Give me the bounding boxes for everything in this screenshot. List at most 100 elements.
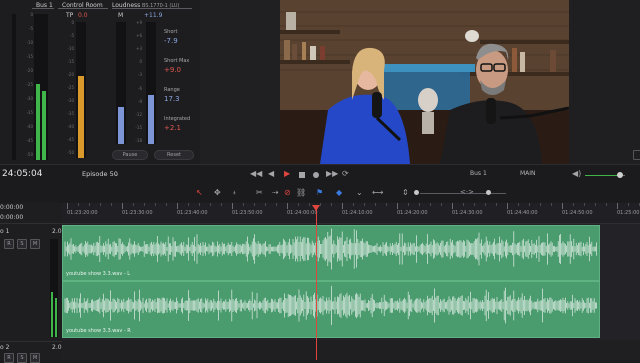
loop-icon[interactable]: ⟳ [342,169,349,179]
scale-tick: -40 [26,124,33,129]
zoom-slider-handle-left[interactable] [414,190,419,195]
range-tool-icon[interactable]: ⍖ [232,188,237,198]
track-headers: 0:00:00 0:00:00 o 1 2.0 R S M o 2 2.0 R … [0,203,63,363]
track-1-gain: 2.0 [52,228,62,235]
track-divider [0,341,62,342]
track-2-mute-button[interactable]: M [30,353,40,363]
scale-tick: -5 [70,33,74,38]
volume-slider-handle[interactable] [617,172,623,178]
scale-tick: -3 [138,72,142,78]
playhead-handle[interactable] [312,205,321,211]
ruler-tick [452,203,453,209]
ruler-minor-tick [89,203,90,206]
blade-tool-icon[interactable]: ✂ [256,188,263,198]
ruler-tick [232,203,233,209]
reset-button[interactable]: Reset [154,150,194,160]
loudness-header-line [112,8,192,9]
track-1-meter-left [51,291,53,337]
tp-meter [76,22,86,158]
scale-tick: -5 [29,26,33,31]
waveform-left [64,228,597,270]
playhead[interactable] [312,205,321,360]
video-viewer[interactable] [280,0,569,164]
scale-tick: -15 [67,59,74,64]
selection-tool-icon[interactable]: ↖ [196,188,203,198]
flag-clip-icon[interactable]: ⇢ [272,188,279,198]
zoom-icon[interactable]: ⟷ [372,188,383,198]
ruler-minor-tick [331,203,332,206]
timeline-track-area[interactable]: youtube show 3.3.wav - L youtube show 3.… [62,224,640,360]
audio-clip-left[interactable]: youtube show 3.3.wav - L [62,225,600,281]
waveform-right [64,285,597,326]
track-2-record-button[interactable]: R [4,353,14,363]
snapping-icon[interactable]: ⊘ [284,188,291,198]
tp-value: 0.0 [78,12,88,19]
bus-meter-left-level [36,84,40,160]
readout-label: Short [164,29,178,35]
ruler-minor-tick [188,203,189,206]
db-scale: 0 -5 -10 -15 -20 -25 -30 -35 -40 -45 -50 [24,12,33,160]
flag-icon[interactable]: ⚑ [316,188,323,198]
track-1-solo-button[interactable]: S [17,239,27,249]
master-timecode: 24:05:04 [2,169,43,179]
scale-tick: 0 [71,20,74,25]
ruler-minor-tick [254,203,255,206]
zoom-vertical-icon[interactable]: ⇕ [402,188,409,198]
readout-value: +2.1 [164,124,181,132]
track-1-record-button[interactable]: R [4,239,14,249]
trim-tool-icon[interactable]: ✥ [214,188,221,198]
loudness-scale: +9 +6 +3 0 -3 -6 -9 -12 -15 -18 [130,20,142,144]
speaker-icon[interactable]: ◀) [572,169,581,179]
play-icon[interactable]: ▶ [284,169,290,179]
pause-button[interactable]: Pause [112,150,148,160]
stop-icon[interactable] [299,172,305,178]
chevron-down-icon[interactable]: ⌄ [114,170,119,180]
marker-icon[interactable]: ◆ [336,188,342,198]
bus-select[interactable]: Bus 1 [470,170,487,177]
ruler-minor-tick [364,203,365,206]
skip-forward-icon[interactable]: ▶▶ [326,169,338,179]
zoom-slider-handle-right[interactable] [486,190,491,195]
main-select[interactable]: MAIN [520,170,536,177]
ruler-tick [397,203,398,209]
empty-track-lane[interactable] [62,340,640,360]
ruler-minor-tick [100,203,101,206]
track-1-meter [50,239,58,337]
m-label: M [118,12,124,19]
scale-tick: 0 [139,59,142,65]
ruler-tick [177,203,178,209]
scale-tick: -50 [26,152,33,157]
readout-label: Range [164,87,180,93]
volume-level [585,175,617,176]
ruler-tick [67,203,68,209]
rewind-icon[interactable]: ◀◀ [250,169,262,179]
link-icon[interactable]: ⛓ [296,188,306,198]
timeline-ruler[interactable]: 01:23:20:00 01:23:30:00 01:23:40:00 01:23:5… [62,203,640,224]
stop-icon-left[interactable]: ◀ [268,169,274,179]
track-1-mute-button[interactable]: M [30,239,40,249]
ruler-minor-tick [573,203,574,206]
scale-tick: -45 [26,138,33,143]
ruler-minor-tick [265,203,266,206]
ruler-label: 01:23:20:00 [67,210,98,216]
ruler-minor-tick [408,203,409,206]
zoom-arrows-icon[interactable]: <·> [460,187,474,197]
clip-name-right: youtube show 3.3.wav - R [66,328,131,334]
ruler-minor-tick [485,203,486,206]
scale-tick: -12 [135,111,142,117]
fullscreen-icon[interactable] [633,150,640,160]
ruler-label: 01:24:40:00 [507,210,538,216]
fader-track-left[interactable] [12,14,16,160]
scale-tick: +6 [136,33,142,39]
marker-dropdown-icon[interactable]: ⌄ [356,188,363,198]
timeline-name[interactable]: Episode 50 [82,170,118,178]
readout-value: -7.9 [164,37,178,45]
ruler-minor-tick [199,203,200,206]
audio-clip-right[interactable]: youtube show 3.3.wav - R [62,281,600,338]
header-timecode-1: 0:00:00 [0,204,24,211]
ruler-minor-tick [353,203,354,206]
record-icon[interactable] [313,172,319,178]
track-2-solo-button[interactable]: S [17,353,27,363]
scale-tick: -20 [67,72,74,77]
scale-tick: +9 [136,20,142,25]
